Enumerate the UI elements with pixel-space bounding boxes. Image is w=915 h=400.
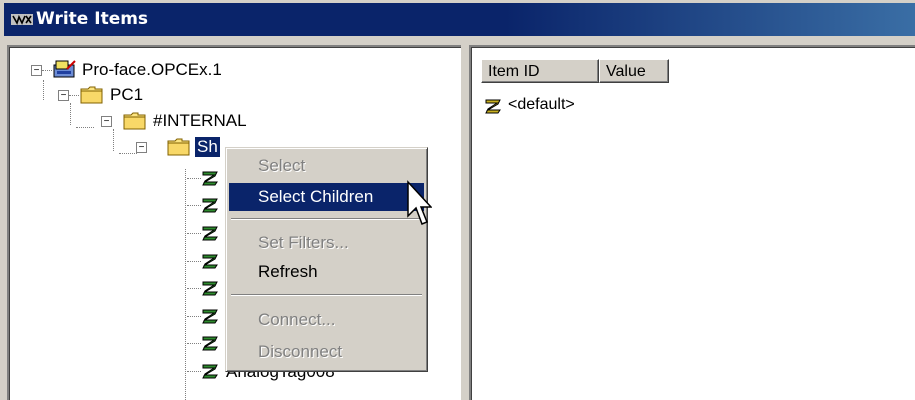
tree-guide: [187, 371, 201, 372]
folder-icon: [123, 112, 146, 130]
tag-icon[interactable]: [201, 253, 219, 269]
tag-icon[interactable]: [201, 280, 219, 296]
folder-icon: [80, 86, 103, 104]
selected-folder-label: Sh: [194, 136, 221, 158]
title-bar-fill[interactable]: Write Items: [4, 3, 915, 36]
tree-guide: [187, 178, 201, 179]
menu-item-select[interactable]: Select: [229, 152, 424, 180]
list-item-id: <default>: [508, 96, 575, 113]
tag-icon[interactable]: [201, 308, 219, 324]
tree-guide: [42, 70, 52, 71]
list-item[interactable]: <default>: [484, 96, 684, 118]
tree-guide: [187, 288, 201, 289]
tree-guide: [185, 169, 186, 400]
tree-guide: [187, 261, 201, 262]
collapse-icon[interactable]: −: [101, 116, 112, 127]
tag-icon: [202, 364, 218, 379]
column-header-item-id[interactable]: Item ID: [481, 59, 599, 83]
menu-separator: [231, 294, 422, 296]
menu-item-disconnect[interactable]: Disconnect: [229, 338, 424, 366]
column-header-value[interactable]: Value: [599, 59, 669, 83]
pane-splitter[interactable]: [461, 45, 469, 398]
menu-item-set-filters[interactable]: Set Filters...: [229, 229, 424, 257]
menu-item-select-children[interactable]: Select Children: [229, 183, 424, 211]
tree-guide: [69, 95, 79, 96]
collapse-icon[interactable]: −: [31, 65, 42, 76]
tree-guide: [187, 233, 201, 234]
collapse-icon[interactable]: −: [58, 90, 69, 101]
tag-icon[interactable]: [201, 197, 219, 213]
title-bar[interactable]: Write Items: [0, 0, 915, 40]
pc-label: PC1: [110, 85, 144, 104]
tag-icon: [485, 99, 501, 114]
tree-guide: [187, 343, 201, 344]
tree-node-internal[interactable]: − #INTERNAL: [9, 110, 309, 132]
menu-separator: [231, 218, 422, 220]
tree-node-server[interactable]: − Pro-face.OPCEx.1: [9, 59, 309, 81]
menu-item-connect[interactable]: Connect...: [229, 306, 424, 334]
internal-label: #INTERNAL: [153, 111, 247, 130]
window-title: Write Items: [36, 9, 149, 29]
collapse-icon[interactable]: −: [136, 142, 147, 153]
menu-item-refresh[interactable]: Refresh: [229, 258, 424, 286]
app-icon: [11, 14, 33, 25]
mouse-cursor-icon: [407, 180, 432, 225]
item-list[interactable]: Item ID Value <default>: [469, 45, 915, 400]
tag-icon[interactable]: [201, 170, 219, 186]
server-icon: [53, 60, 76, 78]
server-label: Pro-face.OPCEx.1: [82, 60, 222, 79]
folder-icon: [167, 138, 190, 156]
tag-icon[interactable]: [201, 335, 219, 351]
tag-icon[interactable]: [201, 225, 219, 241]
tree-guide: [187, 205, 201, 206]
tree-node-pc1[interactable]: − PC1: [9, 84, 309, 106]
context-menu[interactable]: Select Select Children Set Filters... Re…: [225, 147, 428, 372]
tree-guide: [187, 316, 201, 317]
